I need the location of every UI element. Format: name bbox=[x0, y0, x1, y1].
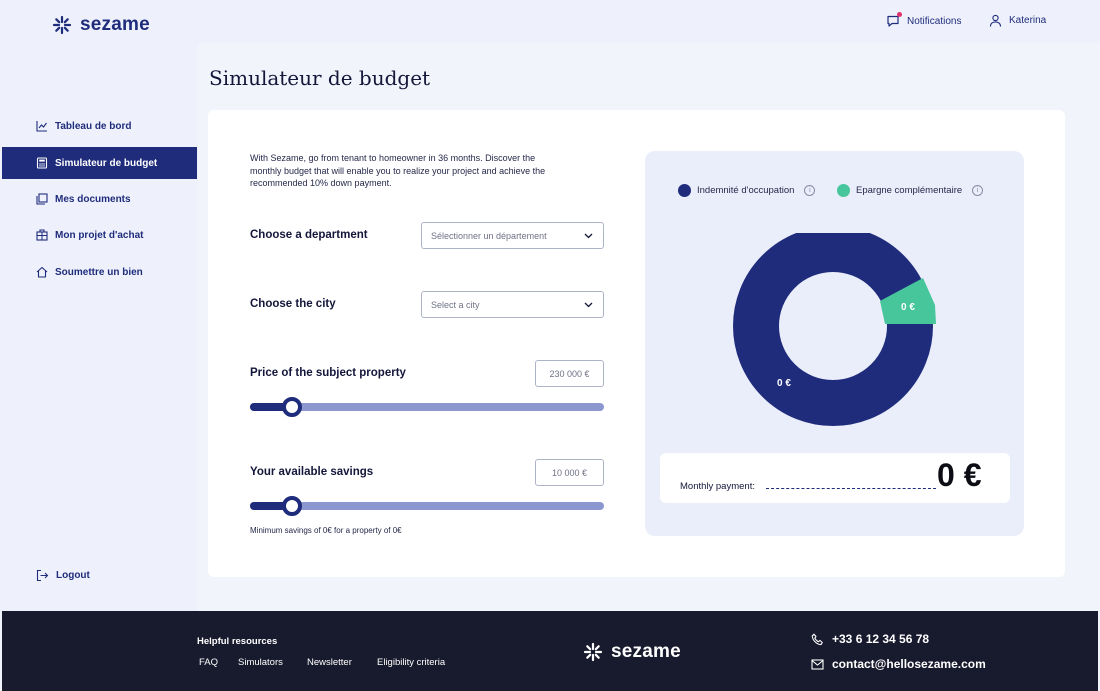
legend-swatch bbox=[837, 184, 850, 197]
user-icon bbox=[989, 14, 1002, 27]
department-label: Choose a department bbox=[250, 229, 368, 241]
footer-heading: Helpful resources bbox=[197, 636, 278, 647]
sidebar-item-dashboard[interactable]: Tableau de bord bbox=[2, 110, 197, 142]
footer-link-faq[interactable]: FAQ bbox=[199, 657, 218, 668]
logout-link[interactable]: Logout bbox=[36, 569, 90, 582]
sidebar-item-budget-simulator[interactable]: Simulateur de budget bbox=[2, 147, 197, 179]
department-placeholder: Sélectionner un département bbox=[431, 230, 547, 241]
building-icon bbox=[36, 229, 48, 241]
sidebar-item-label: Tableau de bord bbox=[55, 120, 132, 132]
user-menu[interactable]: Katerina bbox=[989, 14, 1046, 27]
savings-slider[interactable] bbox=[250, 496, 604, 516]
sidebar-item-label: Mon projet d'achat bbox=[55, 229, 144, 241]
footer-brand-logo[interactable]: sezame bbox=[583, 641, 681, 663]
sparkle-icon bbox=[52, 15, 72, 35]
mail-icon bbox=[811, 658, 824, 670]
info-icon[interactable]: i bbox=[972, 185, 984, 196]
legend-occupation: Indemnité d'occupation i bbox=[678, 184, 816, 197]
footer bbox=[2, 611, 1098, 691]
slider-track bbox=[250, 502, 604, 510]
city-placeholder: Select a city bbox=[431, 299, 480, 310]
footer-email[interactable]: contact@hellosezame.com bbox=[811, 657, 986, 671]
page-title: Simulateur de budget bbox=[209, 66, 431, 90]
logout-icon bbox=[36, 569, 49, 582]
monthly-payment-label: Monthly payment: bbox=[680, 481, 755, 492]
notification-badge bbox=[897, 12, 902, 17]
legend-label: Indemnité d'occupation bbox=[697, 185, 795, 196]
monthly-payment-value: 0 € bbox=[937, 457, 982, 493]
home-icon bbox=[36, 266, 48, 278]
chevron-down-icon bbox=[584, 302, 593, 307]
slider-thumb[interactable] bbox=[282, 397, 303, 417]
brand-name: sezame bbox=[80, 14, 150, 35]
sidebar-item-purchase-project[interactable]: Mon projet d'achat bbox=[2, 219, 197, 251]
minimum-savings-note: Minimum savings of 0€ for a property of … bbox=[250, 526, 402, 535]
savings-label: Your available savings bbox=[250, 466, 374, 478]
department-select[interactable]: Sélectionner un département bbox=[421, 222, 604, 249]
documents-icon bbox=[36, 193, 48, 205]
donut-savings-value: 0 € bbox=[901, 302, 915, 313]
footer-phone[interactable]: +33 6 12 34 56 78 bbox=[811, 632, 929, 646]
donut-occupation-value: 0 € bbox=[777, 378, 791, 389]
monthly-payment-divider bbox=[766, 488, 936, 489]
calculator-icon bbox=[36, 157, 48, 169]
chart-line-icon bbox=[36, 121, 47, 132]
sidebar-item-label: Soumettre un bien bbox=[55, 266, 143, 278]
legend-label: Epargne complémentaire bbox=[856, 185, 963, 196]
user-name: Katerina bbox=[1009, 15, 1047, 26]
sidebar-item-documents[interactable]: Mes documents bbox=[2, 183, 197, 215]
price-input[interactable]: 230 000 € bbox=[535, 360, 604, 387]
footer-link-simulators[interactable]: Simulators bbox=[238, 657, 283, 668]
sidebar-item-label: Mes documents bbox=[55, 193, 131, 205]
notifications-label: Notifications bbox=[907, 15, 962, 27]
sidebar-item-label: Simulateur de budget bbox=[55, 157, 158, 169]
notifications-link[interactable]: Notifications bbox=[886, 12, 962, 28]
email-address: contact@hellosezame.com bbox=[832, 657, 986, 671]
legend-swatch bbox=[678, 184, 691, 197]
logout-label: Logout bbox=[56, 570, 90, 581]
footer-link-eligibility[interactable]: Eligibility criteria bbox=[377, 657, 445, 668]
chevron-down-icon bbox=[584, 233, 593, 238]
budget-donut-chart: 0 € 0 € bbox=[733, 233, 936, 426]
phone-number: +33 6 12 34 56 78 bbox=[832, 632, 930, 646]
city-label: Choose the city bbox=[250, 298, 336, 310]
sparkle-icon bbox=[583, 642, 603, 662]
brand-logo[interactable]: sezame bbox=[52, 14, 150, 36]
savings-input[interactable]: 10 000 € bbox=[535, 459, 604, 486]
slider-track bbox=[250, 403, 604, 411]
price-label: Price of the subject property bbox=[250, 367, 406, 379]
legend-savings: Epargne complémentaire i bbox=[837, 184, 984, 197]
phone-icon bbox=[811, 633, 823, 645]
sidebar-item-submit-property[interactable]: Soumettre un bien bbox=[2, 256, 197, 288]
notification-icon bbox=[886, 12, 902, 28]
slider-thumb[interactable] bbox=[282, 496, 303, 516]
intro-text: With Sezame, go from tenant to homeowner… bbox=[250, 153, 546, 188]
city-select[interactable]: Select a city bbox=[421, 291, 604, 318]
footer-brand-name: sezame bbox=[611, 641, 681, 662]
footer-link-newsletter[interactable]: Newsletter bbox=[307, 657, 352, 668]
info-icon[interactable]: i bbox=[804, 185, 816, 196]
price-slider[interactable] bbox=[250, 397, 604, 417]
